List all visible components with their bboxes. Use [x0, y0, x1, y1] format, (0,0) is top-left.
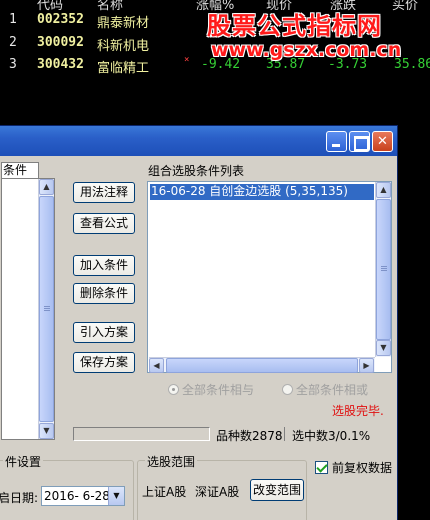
stock-name: 鼎泰新材 — [97, 16, 150, 31]
delete-condition-button[interactable]: 删除条件 — [73, 283, 135, 304]
stock-code: 002352 — [37, 12, 84, 27]
market-sh: 上证A股 — [142, 485, 187, 499]
import-scheme-button[interactable]: 引入方案 — [73, 322, 135, 343]
scroll-thumb[interactable] — [39, 196, 54, 422]
stock-filter-dialog: ✕ 条件 ▲ ▼ 用法注释 查看公式 加入条件 删除条件 引入方案 保存方案 组… — [0, 125, 398, 520]
minimize-icon — [327, 132, 346, 151]
forward-adjust-label: 前复权数据 — [332, 461, 393, 475]
usage-notes-button[interactable]: 用法注释 — [73, 182, 135, 203]
radio-selected-icon — [168, 384, 179, 395]
radio-all-or[interactable]: 全部条件相或 — [282, 381, 368, 398]
stock-name: 富临精工 — [97, 61, 150, 76]
selected-count: 选中数3/0.1% — [292, 429, 371, 443]
scroll-up-arrow-icon[interactable]: ▲ — [376, 182, 391, 198]
start-date-value: 2016- 6-28 — [44, 489, 110, 503]
title-bar[interactable]: ✕ — [0, 126, 397, 156]
row-index: 2 — [9, 35, 17, 50]
watermark-title: 股票公式指标网 — [207, 12, 382, 40]
condition-list-caption: 组合选股条件列表 — [148, 164, 245, 178]
scroll-down-arrow-icon[interactable]: ▼ — [376, 340, 391, 356]
maximize-button[interactable] — [349, 131, 370, 152]
flag-mark: × — [184, 55, 190, 65]
row-index: 3 — [9, 57, 17, 72]
stock-table: 代码 名称 涨幅% 现价 涨跌 买价 1 002352 鼎泰新材 2 30009… — [0, 0, 430, 125]
progress-bar — [73, 427, 210, 441]
start-date-picker[interactable]: 2016- 6-28 ▼ — [41, 486, 125, 506]
save-scheme-button[interactable]: 保存方案 — [73, 352, 135, 373]
change-range-button[interactable]: 改变范围 — [250, 479, 304, 501]
list-item[interactable]: 16-06-28 自创金边选股 (5,35,135) — [150, 184, 374, 200]
condition-tab[interactable]: 条件 — [1, 162, 39, 178]
stock-name: 科新机电 — [97, 39, 150, 54]
checkbox-checked-icon — [315, 461, 328, 474]
watermark-url: www.gszx.com.cn — [211, 39, 402, 61]
scroll-right-arrow-icon[interactable]: ▶ — [359, 358, 374, 373]
status-bar: 品种数2878 选中数3/0.1% — [73, 427, 389, 443]
combined-condition-list[interactable]: 16-06-28 自创金边选股 (5,35,135) ▲ ▼ ◀ ▶ — [147, 181, 392, 373]
status-message: 选股完毕. — [332, 404, 384, 418]
selection-range-group: 选股范围 上证A股 深证A股 改变范围 — [137, 453, 307, 520]
radio-unselected-icon — [282, 384, 293, 395]
stock-code: 300092 — [37, 35, 84, 50]
close-button[interactable]: ✕ — [372, 131, 393, 152]
scroll-left-arrow-icon[interactable]: ◀ — [149, 358, 164, 373]
watermark: 股票公式指标网 www.gszx.com.cn — [205, 6, 430, 66]
market-sz: 深证A股 — [195, 485, 240, 499]
date-settings-title: 件设置 — [3, 453, 44, 470]
total-count: 品种数2878 — [216, 429, 283, 443]
scroll-down-arrow-icon[interactable]: ▼ — [39, 423, 54, 439]
selection-range-title: 选股范围 — [145, 453, 198, 470]
chevron-down-icon[interactable]: ▼ — [108, 487, 124, 505]
scroll-thumb[interactable] — [166, 358, 358, 373]
list-vscrollbar[interactable]: ▲ ▼ — [375, 182, 391, 357]
maximize-icon — [350, 132, 369, 151]
list-hscrollbar[interactable]: ◀ ▶ — [149, 357, 375, 373]
condition-list-scrollbar[interactable]: ▲ ▼ — [38, 179, 54, 439]
radio-all-and[interactable]: 全部条件相与 — [168, 381, 254, 398]
row-index: 1 — [9, 12, 17, 27]
add-condition-button[interactable]: 加入条件 — [73, 255, 135, 276]
scroll-up-arrow-icon[interactable]: ▲ — [39, 179, 54, 195]
radio-all-or-label: 全部条件相或 — [296, 383, 369, 397]
date-settings-group: 件设置 启日期: 2016- 6-28 ▼ — [0, 453, 134, 520]
condition-list[interactable]: ▲ ▼ — [1, 178, 55, 440]
minimize-button[interactable] — [326, 131, 347, 152]
scroll-thumb[interactable] — [376, 199, 391, 340]
view-formula-button[interactable]: 查看公式 — [73, 213, 135, 234]
radio-all-and-label: 全部条件相与 — [182, 383, 255, 397]
forward-adjust-checkbox[interactable]: 前复权数据 — [315, 459, 392, 476]
close-icon: ✕ — [377, 134, 388, 149]
stock-code: 300432 — [37, 57, 84, 72]
start-date-label: 启日期: — [0, 491, 39, 505]
